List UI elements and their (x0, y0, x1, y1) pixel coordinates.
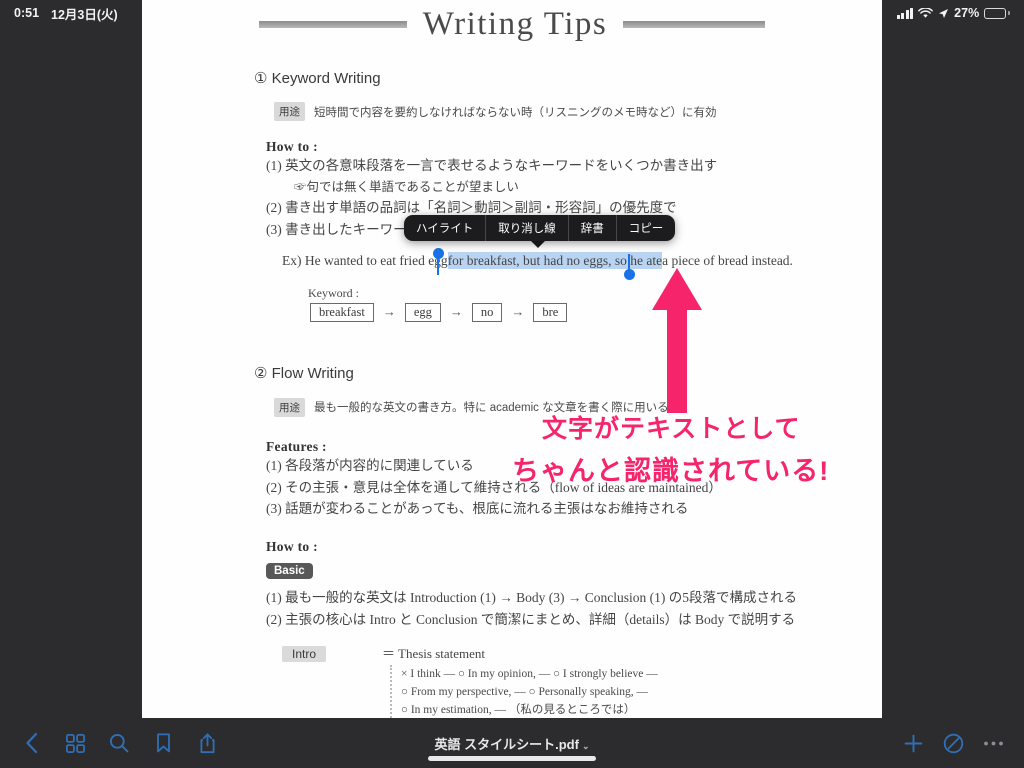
text-selection-context-menu[interactable]: ハイライト 取り消し線 辞書 コピー (404, 215, 676, 241)
section1-howto-label: How to : (266, 139, 318, 154)
section-heading-flow-writing: ② Flow Writing (254, 364, 354, 382)
menu-item-copy[interactable]: コピー (615, 215, 676, 241)
howto-item-2: (2) 主張の核心は Intro と Conclusion で簡潔にまとめ、詳細… (266, 612, 796, 628)
status-time: 0:51 (14, 6, 40, 20)
title-rule-left (258, 21, 407, 28)
bookmark-icon[interactable] (146, 726, 180, 760)
keyword-chain: breakfast → egg → no → bre (310, 302, 882, 322)
basic-badge: Basic (266, 563, 313, 580)
document-title-row: Writing Tips (142, 6, 882, 43)
page-title: Writing Tips (422, 6, 608, 42)
howto-item-1: (1) 最も一般的な英文は Introduction (1) → Body (3… (266, 590, 797, 606)
feature-item-3: (3) 話題が変わることがあっても、根底に流れる主張はなお維持される (266, 501, 689, 517)
status-bar-right: 27% (896, 6, 1010, 20)
keyword-arrow-3: → (511, 304, 525, 320)
pdf-reader-app: 0:51 12月3日(火) 27% Writing Tips ① Keyword… (0, 0, 1024, 768)
use-text: 短時間で内容を要約しなければならない時（リスニングのメモ時など）に有効 (314, 106, 717, 119)
menu-item-highlight[interactable]: ハイライト (404, 215, 485, 241)
keyword-label: Keyword : (308, 285, 359, 300)
context-menu-tail (530, 240, 546, 248)
intro-row: Intro ＝ Thesis statement (282, 643, 882, 662)
chevron-down-icon[interactable]: ⌄ (582, 741, 590, 751)
keyword-box-2: egg (404, 302, 441, 322)
location-arrow-icon (938, 8, 949, 19)
search-icon[interactable] (102, 726, 136, 760)
status-bar-left: 0:51 12月3日(火) (14, 4, 118, 23)
example-before: He wanted to eat fried egg (304, 252, 448, 268)
section2-howto-label: How to : (266, 539, 318, 555)
annotation-line-2: ちゃんと認識されている! (512, 456, 830, 486)
section1-item-note: ☞句では無く単語であることが望ましい (294, 179, 519, 194)
keyword-box-1: breakfast (310, 302, 374, 322)
share-icon[interactable] (190, 726, 224, 760)
section1-item-1: (1) 英文の各意味段落を一言で表せるようなキーワードをいくつか書き出す (266, 158, 718, 173)
example-line[interactable]: Ex) He wanted to eat fried eggfor breakf… (282, 250, 882, 272)
phrase-line-1: × I think — ○ In my opinion, — ○ I stron… (401, 667, 658, 680)
phrase-line-2: ○ From my perspective, — ○ Personally sp… (401, 686, 649, 699)
keyword-box-4: bre (533, 302, 568, 322)
battery-percent: 27% (954, 6, 980, 20)
keyword-arrow-1: → (382, 304, 396, 320)
annotation-line-1: 文字がテキストとして (542, 415, 801, 443)
use-tag: 用途 (274, 102, 305, 121)
menu-item-strikethrough[interactable]: 取り消し線 (485, 215, 568, 241)
keyword-box-3: no (471, 302, 503, 322)
title-rule-right (623, 21, 766, 28)
cellular-signal-icon (896, 7, 914, 19)
markup-pen-icon[interactable] (936, 726, 970, 760)
thumbnails-grid-icon[interactable] (58, 726, 92, 760)
example-after: a piece of bread instead. (662, 252, 793, 268)
toolbar-left-group (14, 726, 224, 760)
section1-use-row: 用途 短時間で内容を要約しなければならない時（リスニングのメモ時など）に有効 (274, 102, 882, 121)
document-filename[interactable]: 英語 スタイルシート.pdf (435, 737, 579, 752)
toolbar-right-group (896, 726, 1010, 760)
intro-tag: Intro (282, 645, 327, 662)
more-ellipsis-icon[interactable] (976, 726, 1010, 760)
keyword-arrow-2: → (449, 304, 463, 320)
add-icon[interactable] (896, 726, 930, 760)
pdf-page[interactable]: Writing Tips ① Keyword Writing 用途 短時間で内容… (142, 0, 882, 718)
home-indicator (428, 756, 596, 761)
example-label: Ex) (282, 252, 302, 268)
wifi-icon (918, 7, 934, 19)
phrase-line-3: ○ In my estimation, — （私の見るところでは） (401, 704, 636, 717)
back-chevron-icon[interactable] (14, 726, 48, 760)
battery-icon (984, 7, 1010, 19)
use-tag-2: 用途 (274, 397, 305, 417)
annotation-arrow-icon (647, 268, 707, 413)
section-heading-keyword-writing: ① Keyword Writing (254, 70, 381, 87)
menu-item-dictionary[interactable]: 辞書 (567, 215, 616, 241)
thesis-statement: ＝ Thesis statement (382, 645, 486, 661)
status-date: 12月3日(火) (51, 7, 118, 22)
phrase-list: × I think — ○ In my opinion, — ○ I stron… (390, 664, 882, 718)
